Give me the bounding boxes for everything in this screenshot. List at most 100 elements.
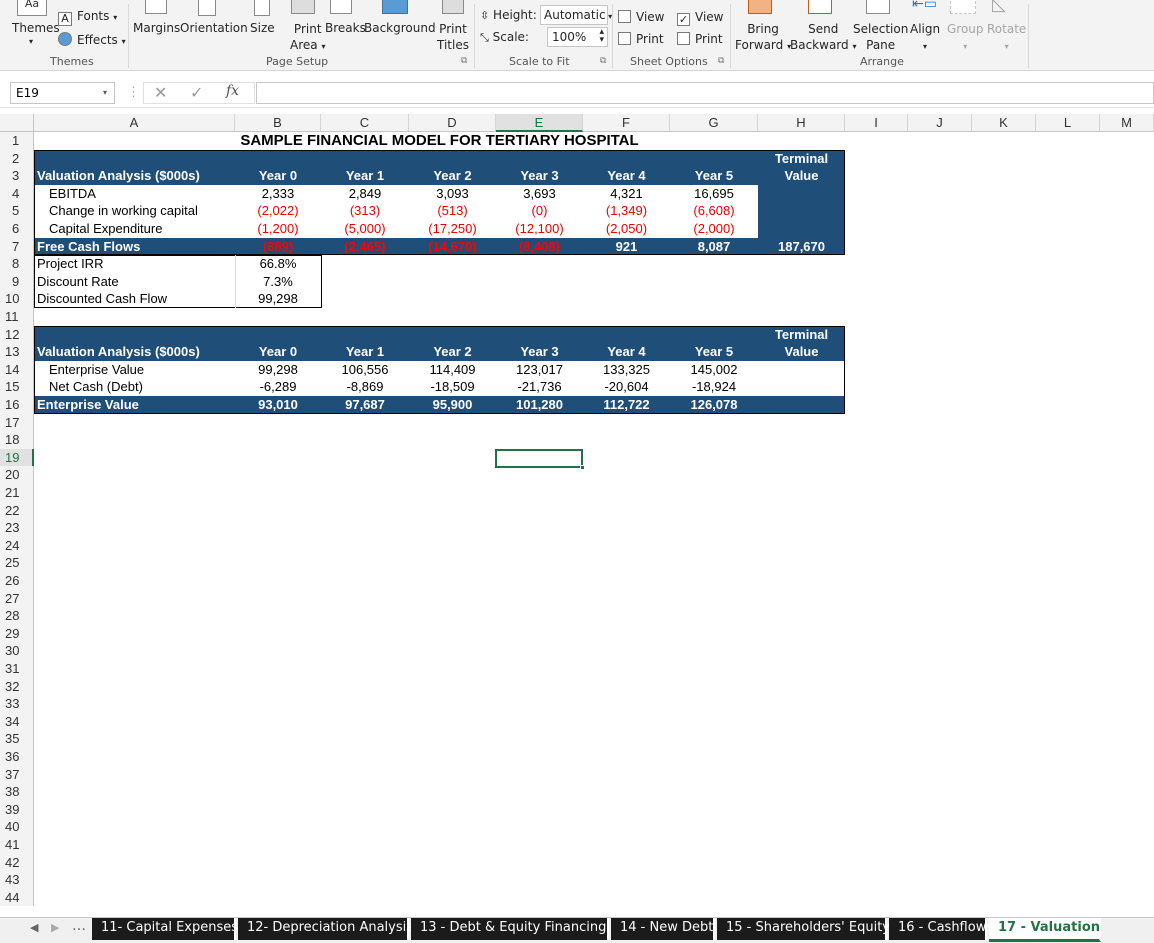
sheet-tab[interactable]: 14 - New Debt [611,918,715,940]
table2-cell[interactable]: -21,736 [496,378,583,396]
column-header-h[interactable]: H [758,114,845,132]
row-header-24[interactable]: 24 [0,536,34,555]
row-header-28[interactable]: 28 [0,607,34,625]
table1-total-cell[interactable]: (889) [235,238,321,256]
row-header-38[interactable]: 38 [0,783,34,801]
table1-cell[interactable]: (0) [496,202,583,220]
table2-cell[interactable]: 106,556 [321,361,409,379]
summary-value[interactable]: 66.8% [235,255,321,273]
table2-total-cell[interactable]: 112,722 [583,396,670,414]
row-header-26[interactable]: 26 [0,572,34,590]
table2-cell[interactable]: 114,409 [409,361,496,379]
table1-cell[interactable]: 3,093 [409,185,496,203]
row-header-31[interactable]: 31 [0,660,34,678]
formula-input[interactable] [256,82,1154,104]
more-tabs-icon[interactable]: … [72,918,86,934]
sheet-tab[interactable]: 16 - Cashflows [889,918,993,940]
view-gridlines-checkbox[interactable]: View [618,10,664,24]
row-header-27[interactable]: 27 [0,589,34,608]
table2-cell[interactable]: -18,924 [670,378,758,396]
column-header-e[interactable]: E [496,114,583,132]
table1-cell[interactable]: 2,849 [321,185,409,203]
row-header-16[interactable]: 16 [0,396,34,414]
height-select[interactable]: Automatic ▾ [540,5,612,25]
print-titles-button[interactable]: Print Titles [437,21,469,53]
table2-total-cell[interactable]: 126,078 [670,396,758,414]
column-header-m[interactable]: M [1100,114,1154,132]
table1-cell[interactable]: (5,000) [321,220,409,238]
rotate-button[interactable]: Rotate ▾ [987,21,1026,55]
sheet-tab[interactable]: 17 - Valuation [989,918,1101,942]
column-header-i[interactable]: I [845,114,908,132]
column-header-l[interactable]: L [1036,114,1100,132]
table2-total-cell[interactable]: 101,280 [496,396,583,414]
table1-total-cell[interactable]: 921 [583,238,670,256]
themes-icon[interactable]: Aa [17,0,47,16]
table1-cell[interactable]: 4,321 [583,185,670,203]
scale-stepper[interactable]: 100% ▴ ▾ [547,27,608,47]
table2-cell[interactable]: -18,509 [409,378,496,396]
row-header-25[interactable]: 25 [0,554,34,572]
fill-handle[interactable] [580,465,585,471]
table2-cell[interactable]: 99,298 [235,361,321,379]
enter-icon[interactable]: ✓ [190,83,203,103]
row-header-9[interactable]: 9 [0,272,34,291]
margins-button[interactable]: Margins [133,21,180,35]
scroll-left-icon[interactable]: ◀ [30,921,38,934]
row-header-3[interactable]: 3 [0,167,34,185]
table1-cell[interactable]: (2,022) [235,202,321,220]
row-header-19[interactable]: 19 [0,448,34,467]
row-header-20[interactable]: 20 [0,466,34,484]
sheet-tab[interactable]: 13 - Debt & Equity Financing [411,918,609,940]
row-header-21[interactable]: 21 [0,484,34,502]
sheet-options-launcher-icon[interactable]: ⧉ [718,56,724,66]
background-button[interactable]: Background [364,21,436,35]
sheet-tab[interactable]: 11- Capital Expenses [92,918,238,940]
table1-terminal-value[interactable]: 187,670 [758,238,845,256]
selected-cell[interactable] [495,448,583,469]
table1-cell[interactable]: (313) [321,202,409,220]
row-header-2[interactable]: 2 [0,149,34,168]
send-backward-button[interactable]: Send Backward ▾ [790,21,856,55]
row-header-8[interactable]: 8 [0,255,34,273]
orientation-button[interactable]: Orientation [180,21,248,35]
table2-cell[interactable]: 133,325 [583,361,670,379]
table1-cell[interactable]: 2,333 [235,185,321,203]
table1-cell[interactable]: (1,349) [583,202,670,220]
row-header-4[interactable]: 4 [0,184,34,203]
row-header-35[interactable]: 35 [0,730,34,748]
table1-cell[interactable]: (6,608) [670,202,758,220]
size-button[interactable]: Size [250,21,275,35]
row-header-36[interactable]: 36 [0,748,34,766]
row-header-10[interactable]: 10 [0,290,34,308]
table1-total-cell[interactable]: (2,465) [321,238,409,256]
table1-cell[interactable]: (2,000) [670,220,758,238]
column-header-f[interactable]: F [583,114,670,132]
row-header-43[interactable]: 43 [0,871,34,889]
row-header-18[interactable]: 18 [0,431,34,449]
themes-button[interactable]: Themes [12,21,60,35]
table2-cell[interactable]: -8,869 [321,378,409,396]
column-header-j[interactable]: J [908,114,972,132]
row-header-13[interactable]: 13 [0,343,34,361]
row-header-30[interactable]: 30 [0,642,34,660]
column-header-a[interactable]: A [34,114,235,132]
row-header-11[interactable]: 11 [0,308,34,326]
sheet-tab[interactable]: 12- Depreciation Analysis [238,918,413,940]
spreadsheet-grid[interactable]: A B C D E F G H I J K L M 1 2 3 4 5 6 7 8 9 10 11 12 13 14 15 16 17 18… [0,114,1154,917]
row-header-17[interactable]: 17 [0,413,34,432]
column-header-g[interactable]: G [670,114,758,132]
column-header-c[interactable]: C [321,114,409,132]
print-headings-checkbox[interactable]: Print [677,32,723,46]
row-header-40[interactable]: 40 [0,818,34,836]
scroll-right-icon[interactable]: ▶ [51,921,59,934]
chevron-down-icon[interactable]: ▾ [103,88,107,97]
column-header-b[interactable]: B [235,114,321,132]
row-header-15[interactable]: 15 [0,378,34,396]
row-header-22[interactable]: 22 [0,501,34,520]
table2-total-cell[interactable]: 93,010 [235,396,321,414]
row-header-41[interactable]: 41 [0,836,34,854]
table1-cell[interactable]: (513) [409,202,496,220]
table1-cell[interactable]: (2,050) [583,220,670,238]
table1-cell[interactable]: 3,693 [496,185,583,203]
